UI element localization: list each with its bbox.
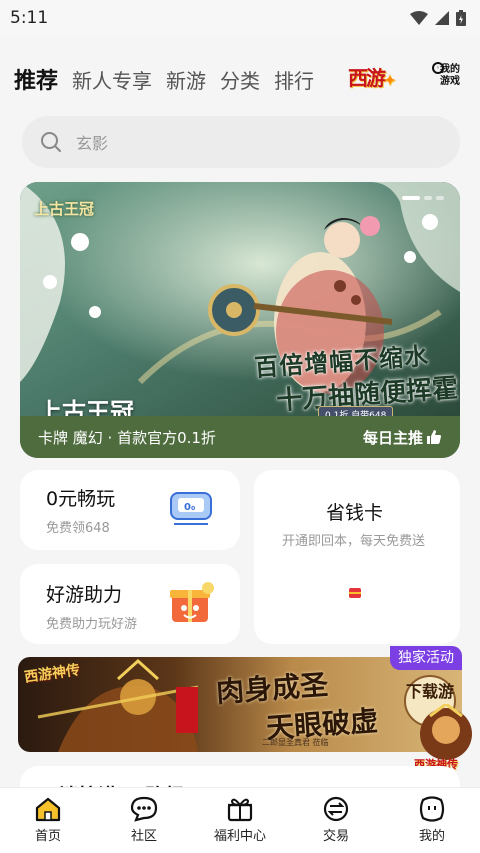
game-console-icon: 0₀ [170, 492, 212, 525]
exchange-icon [323, 796, 349, 822]
save-money-card[interactable]: 省钱卡 开通即回本，每天免费送 [254, 470, 460, 644]
flame-icon: ✦ [384, 73, 396, 89]
svg-text:0₀: 0₀ [184, 502, 195, 513]
gift-icon [227, 798, 253, 822]
battery-icon [456, 10, 466, 26]
my-games-button[interactable]: ◦ 我的游戏 [430, 60, 466, 94]
bottom-nav-community[interactable]: 社区 [96, 788, 192, 853]
promo-caption: 二郎显圣真君 莅临 [262, 738, 329, 747]
tab-new-games[interactable]: 新游 [166, 65, 206, 94]
bottom-nav-profile[interactable]: 我的 [384, 788, 480, 853]
bottom-nav-trade-label: 交易 [322, 829, 349, 844]
top-nav: 推荐 新人专享 新游 分类 排行 西游✦ ◦ 我的游戏 [0, 52, 480, 106]
my-games-label: 我的游戏 [440, 64, 460, 87]
save-card-subtitle: 开通即回本，每天免费送 [282, 534, 426, 549]
assist-card[interactable]: 好游助力 免费助力玩好游 [20, 564, 240, 644]
red-envelope-icon [349, 588, 361, 598]
bottom-nav-home[interactable]: 首页 [0, 788, 96, 853]
carousel-dot [436, 196, 444, 200]
bottom-nav-trade[interactable]: 交易 [288, 788, 384, 853]
assist-subtitle: 免费助力玩好游 [46, 617, 138, 632]
bottom-nav: 首页 社区 福利中心 交易 我的 [0, 787, 480, 853]
banner-game-tags: 卡牌 魔幻 · 首款官方0.1折 [38, 428, 216, 447]
tab-ranking[interactable]: 排行 [274, 65, 314, 94]
bottom-nav-welfare[interactable]: 福利中心 [192, 788, 288, 853]
zero-yuan-title: 0元畅玩 [46, 488, 116, 510]
tab-categories[interactable]: 分类 [220, 65, 260, 94]
search-icon [41, 132, 61, 152]
zero-yuan-card[interactable]: 0元畅玩 免费领648 0₀ [20, 470, 240, 550]
daily-pick-label: 每日主推 [363, 427, 442, 448]
promo-banner[interactable]: 西游神传 肉身成圣 天眼破虚 二郎显圣真君 莅临 下载游 [18, 657, 462, 752]
exclusive-event-tag: 独家活动 [390, 646, 462, 670]
home-icon [35, 797, 61, 822]
bottom-nav-community-label: 社区 [130, 829, 157, 844]
carousel-dot [424, 196, 432, 200]
carousel-dot-active [402, 196, 420, 200]
profile-icon [419, 796, 445, 822]
brand-logo[interactable]: 西游✦ [348, 62, 396, 91]
assist-title: 好游助力 [46, 584, 123, 606]
search-placeholder: 玄影 [76, 134, 109, 153]
bottom-nav-home-label: 首页 [34, 829, 61, 844]
system-icons [410, 10, 466, 26]
tab-recommend[interactable]: 推荐 [14, 63, 58, 95]
zero-yuan-subtitle: 免费领648 [46, 521, 110, 536]
signal-icon [435, 11, 449, 25]
carousel-indicator [402, 196, 444, 200]
bottom-nav-profile-label: 我的 [418, 829, 445, 844]
wifi-icon [410, 11, 428, 25]
tab-newcomer[interactable]: 新人专享 [72, 65, 152, 94]
bottom-nav-welfare-label: 福利中心 [213, 829, 266, 844]
gift-box-icon [170, 582, 214, 622]
save-card-title: 省钱卡 [326, 502, 384, 524]
search-input[interactable]: 玄影 [22, 116, 460, 168]
status-bar: 5:11 [0, 0, 480, 36]
banner-game-logo: 上古王冠 [34, 200, 95, 218]
status-time: 5:11 [10, 8, 49, 28]
brand-logo-text: 西游 [348, 66, 386, 90]
chat-icon [130, 796, 158, 822]
daily-pick-text: 每日主推 [362, 428, 423, 447]
banner-info-bar: 卡牌 魔幻 · 首款官方0.1折 每日主推 [20, 416, 460, 458]
hero-banner[interactable]: 上古王冠 百倍增幅不缩水 十万抽随便挥霍 0.1折 自带648 上古王冠 卡牌 … [20, 182, 460, 458]
thumbs-up-icon [427, 430, 441, 444]
